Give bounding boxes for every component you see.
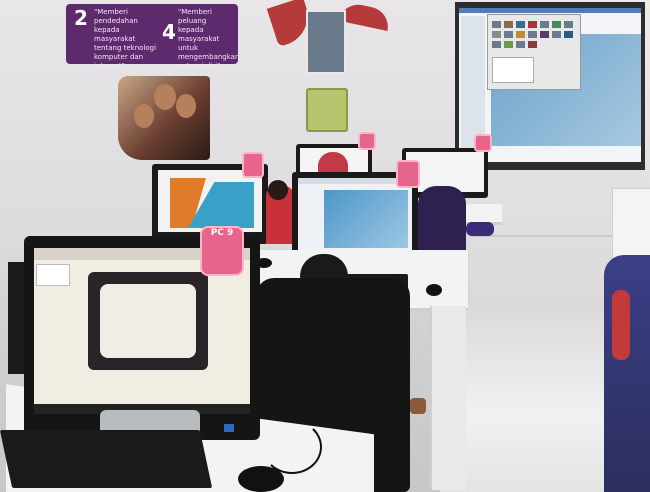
banner-text-right: "Memberi peluang kepada masyarakat untuk… <box>178 8 240 70</box>
intel-sticker <box>224 424 234 432</box>
slide-ornate-frame <box>88 272 208 370</box>
keyboard-front <box>0 430 213 488</box>
pc-badge-back-left <box>358 132 376 150</box>
red-wall-decoration-2 <box>338 1 392 31</box>
pc-badge-front: PC 9 <box>200 226 244 276</box>
student-arm <box>466 222 494 236</box>
projected-theme-dialog <box>487 14 581 90</box>
banner-text-left: "Memberi pendedahan kepada masyarakat te… <box>94 8 157 70</box>
student-head <box>268 180 288 200</box>
desk-leg <box>430 306 466 490</box>
app-ribbon <box>298 178 412 184</box>
projected-ribbon <box>459 8 641 13</box>
photo-face-1 <box>134 104 154 128</box>
wall-photo-people <box>118 76 210 160</box>
mouse-middle <box>426 284 442 296</box>
monitor-middle-left-screen <box>158 170 262 232</box>
student-hand <box>410 398 426 414</box>
pc-badge-middle <box>396 160 420 188</box>
pc-badge-middle-left <box>242 152 264 178</box>
pc-badge-back-right <box>474 134 492 152</box>
slide-frame-inner <box>100 284 196 358</box>
purple-wall-banner: 2 "Memberi pendedahan kepada masyarakat … <box>66 4 239 70</box>
slide-blue-canvas <box>324 190 408 248</box>
mouse-cable <box>262 420 322 474</box>
computer-lab-scene: 2 "Memberi pendedahan kepada masyarakat … <box>0 0 650 492</box>
photo-face-3 <box>176 94 196 118</box>
green-wall-sign <box>306 88 348 132</box>
monitor-middle-screen <box>298 178 412 254</box>
person-standing-right <box>604 255 650 492</box>
slide-thumbnail <box>36 264 70 286</box>
banner-number-right: 4 <box>162 20 176 44</box>
wall-poster-frame <box>306 10 346 74</box>
banner-number-left: 2 <box>74 6 88 30</box>
person-red-bag-strap <box>612 290 630 360</box>
photo-face-2 <box>154 84 176 110</box>
